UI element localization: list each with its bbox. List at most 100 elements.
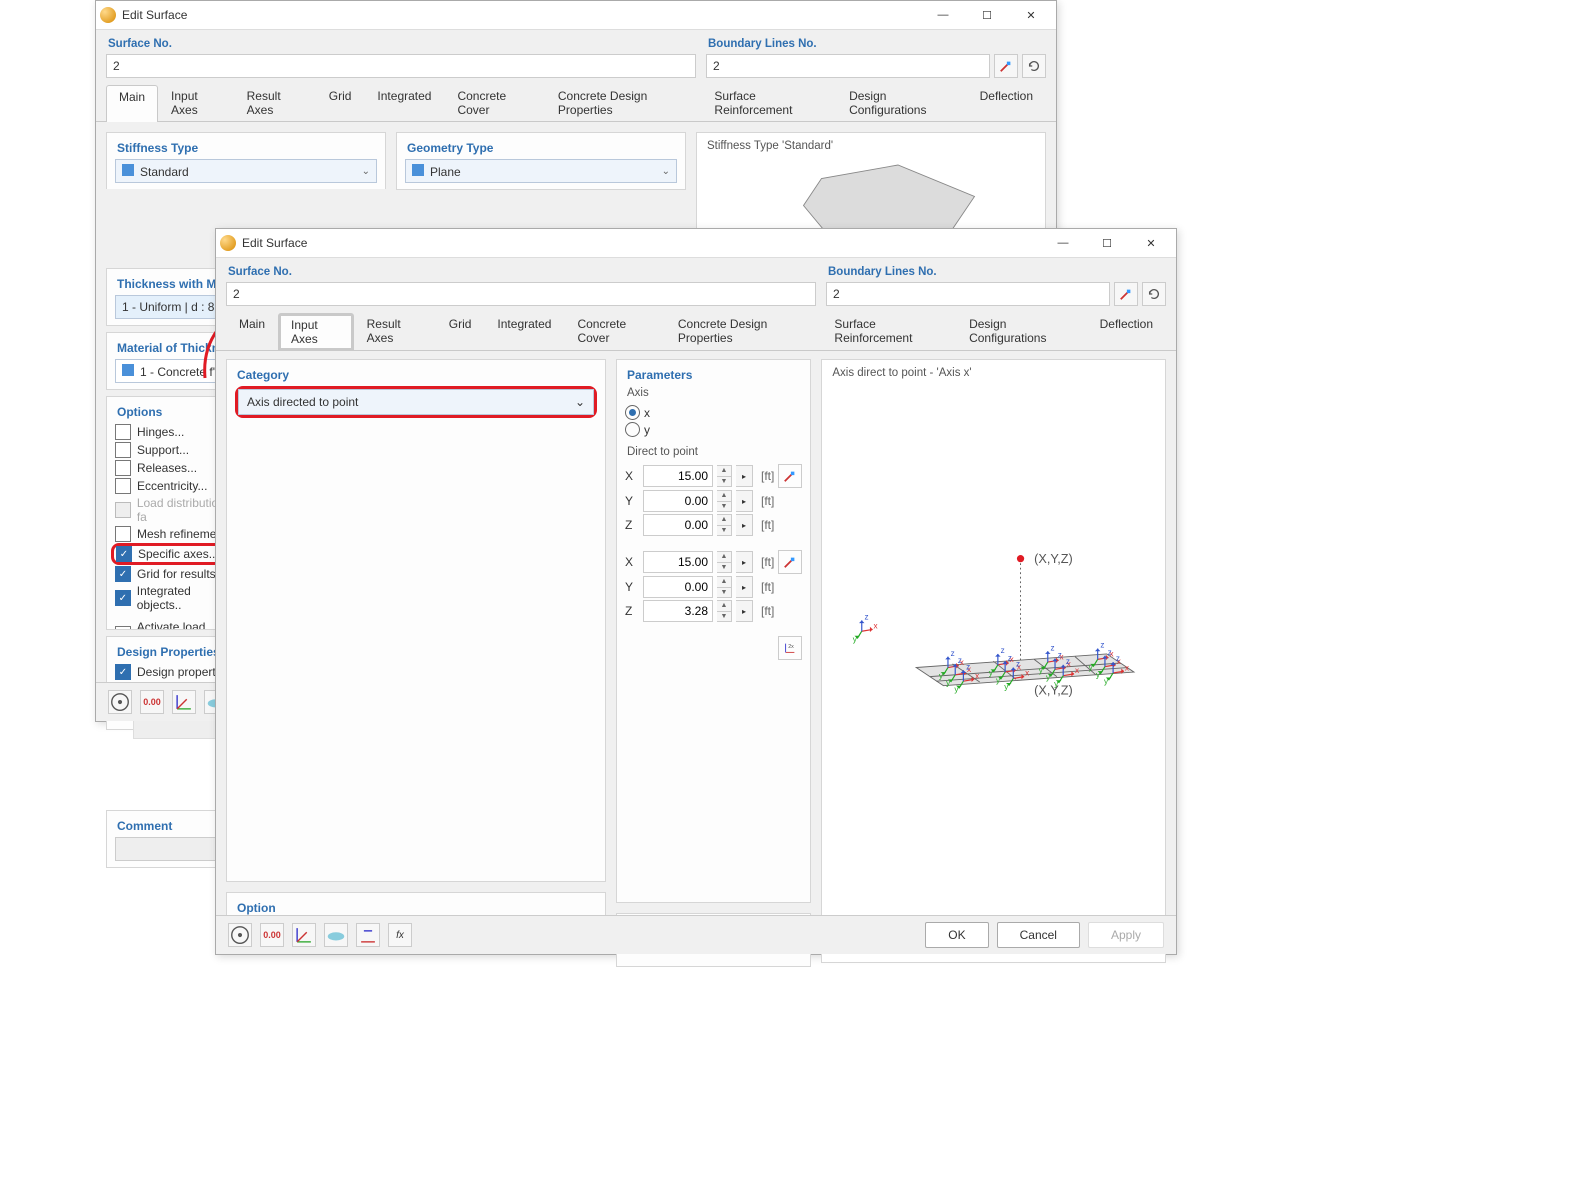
help-icon[interactable] [108,690,132,714]
tab-concrete-design-props[interactable]: Concrete Design Properties [665,312,822,350]
category-label: Category [235,366,597,386]
clear-icon[interactable] [1022,54,1046,78]
help-icon[interactable] [228,923,252,947]
coord2-y: Y▲▼▸[ft] [625,576,802,598]
chevron-down-icon: ⌄ [362,166,370,177]
coord1-y: Y▲▼▸[ft] [625,490,802,512]
maximize-button[interactable]: ☐ [966,2,1008,28]
app-icon [220,235,236,251]
apply-button: Apply [1088,922,1164,948]
chevron-down-icon: ⌄ [662,166,670,177]
category-dropdown[interactable]: Axis directed to point ⌄ [238,389,594,415]
tab-concrete-cover[interactable]: Concrete Cover [444,84,544,121]
xyz-point-label-1: (X,Y,Z) [1035,552,1074,566]
app-icon [100,7,116,23]
stepper-icon[interactable]: ▲▼ [717,514,732,536]
coord2-y-input[interactable] [643,576,713,598]
tab-input-axes[interactable]: Input Axes [158,84,234,121]
surface-no-label: Surface No. [106,36,696,54]
surface-no-label: Surface No. [226,264,816,282]
stepper-icon[interactable]: ▲▼ [717,551,732,573]
tab-deflection[interactable]: Deflection [1087,312,1166,350]
minimize-button[interactable]: — [922,2,964,28]
coord2-x: X▲▼▸[ft] [625,550,802,574]
boundary-lines-input[interactable]: 2 [826,282,1110,306]
chevron-down-icon: ⌄ [575,395,585,409]
tab-input-axes[interactable]: Input Axes [278,313,354,351]
close-button[interactable]: ✕ [1010,2,1052,28]
coord1-y-input[interactable] [643,490,713,512]
preview-label-back: Stiffness Type 'Standard' [705,139,1037,156]
script-icon[interactable] [356,923,380,947]
menu-icon[interactable]: ▸ [736,576,753,598]
geometry-type-dropdown[interactable]: Plane ⌄ [405,159,677,183]
svg-text:2x: 2x [789,644,795,650]
category-value: Axis directed to point [247,395,358,409]
menu-icon[interactable]: ▸ [736,600,753,622]
tabs-back: Main Input Axes Result Axes Grid Integra… [96,80,1056,122]
tab-deflection[interactable]: Deflection [967,84,1046,121]
ok-button[interactable]: OK [925,922,988,948]
tab-concrete-cover[interactable]: Concrete Cover [564,312,664,350]
menu-icon[interactable]: ▸ [736,465,753,487]
tab-concrete-design-props[interactable]: Concrete Design Properties [545,84,702,121]
units-icon[interactable]: 0.00 [260,923,284,947]
pick-point2-icon[interactable] [778,550,802,574]
titlebar-front: Edit Surface — ☐ ✕ [216,229,1176,258]
tab-design-config[interactable]: Design Configurations [836,84,967,121]
pick-lines-icon[interactable] [994,54,1018,78]
reset-point-icon[interactable]: 2x [778,636,802,660]
coord2-z: Z▲▼▸[ft] [625,600,802,622]
coord1-z-input[interactable] [643,514,713,536]
window-title: Edit Surface [242,236,1042,250]
tab-grid[interactable]: Grid [436,312,485,350]
stepper-icon[interactable]: ▲▼ [717,465,732,487]
tab-integrated[interactable]: Integrated [364,84,444,121]
stepper-icon[interactable]: ▲▼ [717,490,732,512]
tab-integrated[interactable]: Integrated [484,312,564,350]
boundary-lines-label: Boundary Lines No. [826,264,1166,282]
tab-surface-reinforcement[interactable]: Surface Reinforcement [701,84,836,121]
window-title: Edit Surface [122,8,922,22]
tab-surface-reinforcement[interactable]: Surface Reinforcement [821,312,956,350]
cancel-button[interactable]: Cancel [997,922,1080,948]
tabs-front: Main Input Axes Result Axes Grid Integra… [216,308,1176,351]
preview-label-front: Axis direct to point - 'Axis x' [830,366,1157,383]
tab-design-config[interactable]: Design Configurations [956,312,1087,350]
geometry-type-value: Plane [430,165,461,179]
close-button[interactable]: ✕ [1130,230,1172,256]
coord1-x-input[interactable] [643,465,713,487]
boundary-lines-label: Boundary Lines No. [706,36,1046,54]
tab-grid[interactable]: Grid [316,84,365,121]
axis-icon[interactable] [292,923,316,947]
axis-x-radio[interactable]: x [625,405,802,420]
axis-icon[interactable] [172,690,196,714]
tab-main[interactable]: Main [226,312,278,350]
tab-result-axes[interactable]: Result Axes [234,84,316,121]
tab-main[interactable]: Main [106,85,158,122]
surface-no-input[interactable]: 2 [106,54,696,78]
menu-icon[interactable]: ▸ [736,551,753,573]
maximize-button[interactable]: ☐ [1086,230,1128,256]
menu-icon[interactable]: ▸ [736,514,753,536]
axis-y-radio[interactable]: y [625,422,802,437]
coord2-x-input[interactable] [643,551,713,573]
menu-icon[interactable]: ▸ [736,490,753,512]
pick-lines-icon[interactable] [1114,282,1138,306]
stiffness-type-dropdown[interactable]: Standard ⌄ [115,159,377,183]
pick-point1-icon[interactable] [778,464,802,488]
window-buttons: — ☐ ✕ [922,2,1052,28]
direct-to-point-label: Direct to point [625,445,802,462]
clear-icon[interactable] [1142,282,1166,306]
coord1-x: X▲▼▸[ft] [625,464,802,488]
tab-result-axes[interactable]: Result Axes [354,312,436,350]
units-icon[interactable]: 0.00 [140,690,164,714]
stepper-icon[interactable]: ▲▼ [717,600,732,622]
fx-icon[interactable]: fx [388,923,412,947]
coord2-z-input[interactable] [643,600,713,622]
boundary-lines-input[interactable]: 2 [706,54,990,78]
cloud-icon[interactable] [324,923,348,947]
stepper-icon[interactable]: ▲▼ [717,576,732,598]
minimize-button[interactable]: — [1042,230,1084,256]
surface-no-input[interactable]: 2 [226,282,816,306]
